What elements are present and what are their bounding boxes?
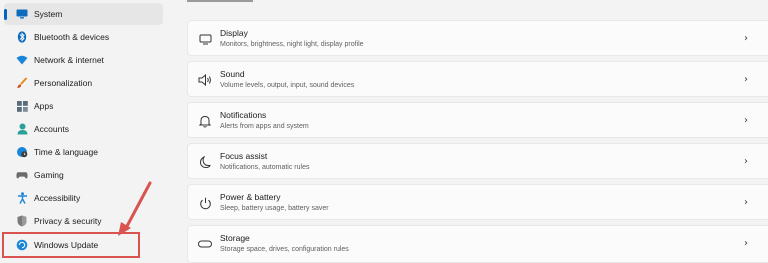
card-subtitle: Storage space, drives, configuration rul…	[220, 246, 349, 253]
sidebar-item-windows-update[interactable]: Windows Update	[2, 232, 140, 258]
power-icon	[198, 196, 212, 210]
globe-clock-icon	[16, 146, 28, 158]
card-notifications[interactable]: Notifications Alerts from apps and syste…	[187, 102, 768, 138]
sidebar-item-label: Gaming	[34, 170, 64, 180]
sidebar-item-label: Personalization	[34, 78, 93, 88]
card-focus-assist[interactable]: Focus assist Notifications, automatic ru…	[187, 143, 768, 179]
card-display[interactable]: Display Monitors, brightness, night ligh…	[187, 20, 768, 56]
card-subtitle: Notifications, automatic rules	[220, 164, 310, 171]
sidebar-item-time-language[interactable]: Time & language	[4, 141, 163, 163]
bell-icon	[198, 114, 212, 128]
sidebar-item-label: Accounts	[34, 124, 69, 134]
windows-update-icon	[16, 239, 28, 251]
card-subtitle: Sleep, battery usage, battery saver	[220, 205, 329, 212]
sidebar-item-label: Privacy & security	[34, 216, 102, 226]
chevron-right-icon: ›	[744, 197, 748, 208]
sidebar-item-bluetooth-devices[interactable]: Bluetooth & devices	[4, 26, 163, 48]
settings-sidebar: System Bluetooth & devices Network & int…	[0, 0, 170, 260]
bluetooth-icon	[16, 31, 28, 43]
shield-icon	[16, 215, 28, 227]
sidebar-item-network-internet[interactable]: Network & internet	[4, 49, 163, 71]
sidebar-item-privacy-security[interactable]: Privacy & security	[4, 210, 163, 232]
sidebar-item-system[interactable]: System	[4, 3, 163, 25]
selection-indicator	[4, 9, 7, 20]
sidebar-item-label: System	[34, 9, 63, 19]
card-title: Display	[220, 28, 248, 38]
sidebar-item-label: Bluetooth & devices	[34, 32, 110, 42]
chevron-right-icon: ›	[744, 238, 748, 249]
moon-icon	[198, 155, 212, 169]
card-title: Sound	[220, 69, 245, 79]
header-underline	[187, 0, 253, 2]
accounts-icon	[16, 123, 28, 135]
network-icon	[16, 54, 28, 66]
chevron-right-icon: ›	[744, 74, 748, 85]
chevron-right-icon: ›	[744, 115, 748, 126]
sidebar-item-personalization[interactable]: Personalization	[4, 72, 163, 94]
brush-icon	[16, 77, 28, 89]
card-title: Power & battery	[220, 192, 281, 202]
card-storage[interactable]: Storage Storage space, drives, configura…	[187, 225, 768, 263]
sidebar-item-label: Accessibility	[34, 193, 81, 203]
accessibility-icon	[16, 192, 28, 204]
card-subtitle: Monitors, brightness, night light, displ…	[220, 41, 364, 48]
card-sound[interactable]: Sound Volume levels, output, input, soun…	[187, 61, 768, 97]
card-title: Storage	[220, 233, 250, 243]
sidebar-item-label: Time & language	[34, 147, 98, 157]
chevron-right-icon: ›	[744, 156, 748, 167]
sidebar-item-gaming[interactable]: Gaming	[4, 164, 163, 186]
card-subtitle: Volume levels, output, input, sound devi…	[220, 82, 355, 89]
sidebar-item-label: Apps	[34, 101, 54, 111]
apps-icon	[16, 100, 28, 112]
card-title: Focus assist	[220, 151, 268, 161]
sidebar-item-apps[interactable]: Apps	[4, 95, 163, 117]
sidebar-item-accessibility[interactable]: Accessibility	[4, 187, 163, 209]
card-power-battery[interactable]: Power & battery Sleep, battery usage, ba…	[187, 184, 768, 220]
sidebar-item-accounts[interactable]: Accounts	[4, 118, 163, 140]
chevron-right-icon: ›	[744, 33, 748, 44]
gaming-icon	[16, 169, 28, 181]
sidebar-item-label: Network & internet	[34, 55, 104, 65]
card-subtitle: Alerts from apps and system	[220, 123, 309, 130]
sidebar-item-label: Windows Update	[34, 240, 99, 250]
speaker-icon	[198, 73, 212, 87]
monitor-icon	[198, 32, 212, 46]
storage-icon	[198, 237, 212, 251]
system-icon	[16, 8, 28, 20]
card-title: Notifications	[220, 110, 267, 120]
